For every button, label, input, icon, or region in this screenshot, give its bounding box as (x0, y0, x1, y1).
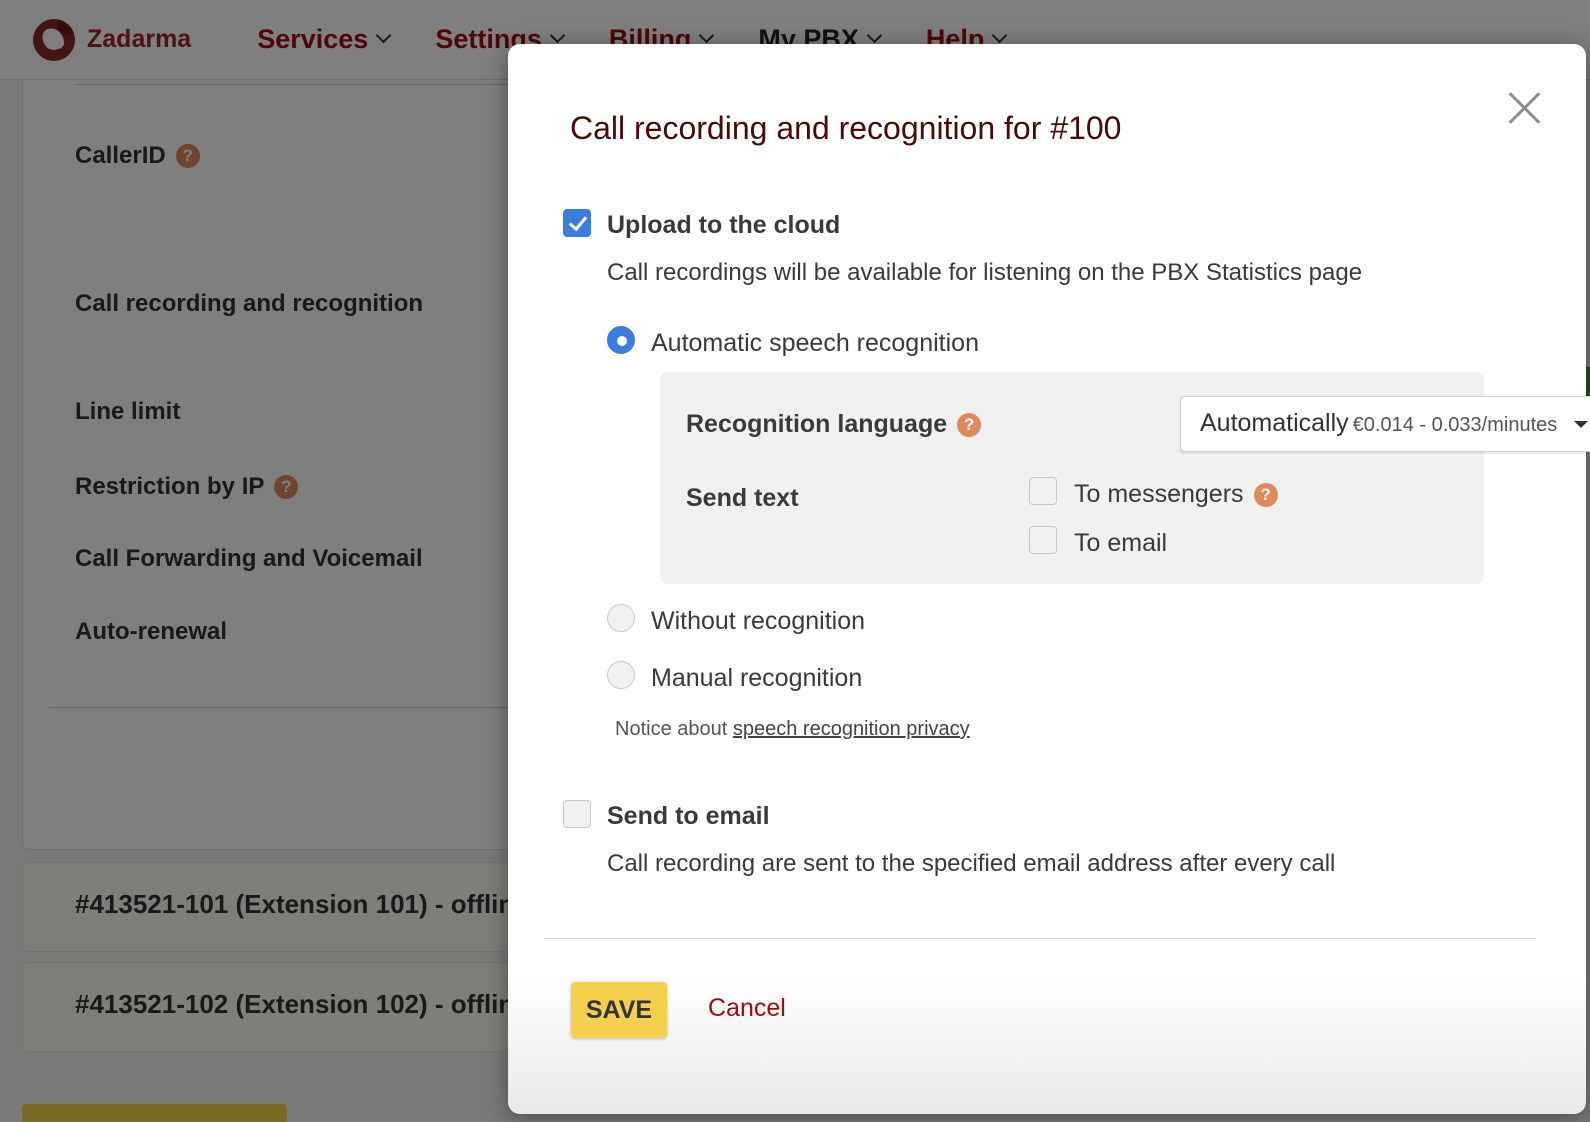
save-button[interactable]: SAVE (571, 982, 667, 1038)
to-messengers-checkbox[interactable] (1029, 477, 1057, 505)
notice-text: Notice about (615, 718, 728, 740)
selected-price: €0.014 - 0.033/minutes (1352, 414, 1558, 436)
privacy-link[interactable]: speech recognition privacy (733, 718, 970, 740)
upload-cloud-checkbox[interactable] (563, 209, 591, 237)
radio-label[interactable]: Manual recognition (651, 664, 862, 693)
radio-label[interactable]: Without recognition (651, 607, 865, 636)
caret-down-icon (1574, 421, 1588, 428)
select-value: Automatically €0.014 - 0.033/minutes (1200, 409, 1557, 438)
radio-automatic-recognition[interactable] (607, 326, 635, 354)
send-text-label: Send text (686, 484, 799, 512)
radio-label[interactable]: Automatic speech recognition (651, 329, 979, 358)
call-recording-modal: Call recording and recognition for #100 … (508, 44, 1590, 1114)
divider (544, 938, 1536, 939)
radio-without-recognition[interactable] (607, 604, 635, 632)
send-to-email-description: Call recording are sent to the specified… (607, 850, 1336, 877)
to-messengers-option[interactable]: To messengers ? (1074, 480, 1278, 509)
recognition-language-select[interactable]: Automatically €0.014 - 0.033/minutes (1180, 396, 1590, 452)
selected-language: Automatically (1200, 409, 1349, 437)
send-to-email-checkbox[interactable] (563, 800, 591, 828)
to-email-label[interactable]: To email (1074, 529, 1167, 558)
recognition-settings-panel: Recognition language ? Automatically €0.0… (660, 372, 1590, 584)
to-email-checkbox[interactable] (1029, 526, 1057, 554)
help-icon[interactable]: ? (1253, 482, 1278, 507)
modal-title: Call recording and recognition for #100 (570, 110, 1122, 146)
upload-cloud-description: Call recordings will be available for li… (607, 259, 1363, 286)
help-icon[interactable]: ? (957, 412, 982, 437)
recognition-language-label: Recognition language ? (686, 410, 982, 439)
close-icon[interactable] (1506, 90, 1542, 126)
privacy-notice: Notice about speech recognition privacy (615, 718, 970, 741)
option-label: To messengers (1074, 480, 1244, 508)
upload-cloud-label[interactable]: Upload to the cloud (607, 211, 840, 240)
send-to-email-label[interactable]: Send to email (607, 802, 770, 831)
radio-manual-recognition[interactable] (607, 661, 635, 689)
label-text: Recognition language (686, 410, 948, 438)
cancel-button[interactable]: Cancel (708, 994, 786, 1023)
